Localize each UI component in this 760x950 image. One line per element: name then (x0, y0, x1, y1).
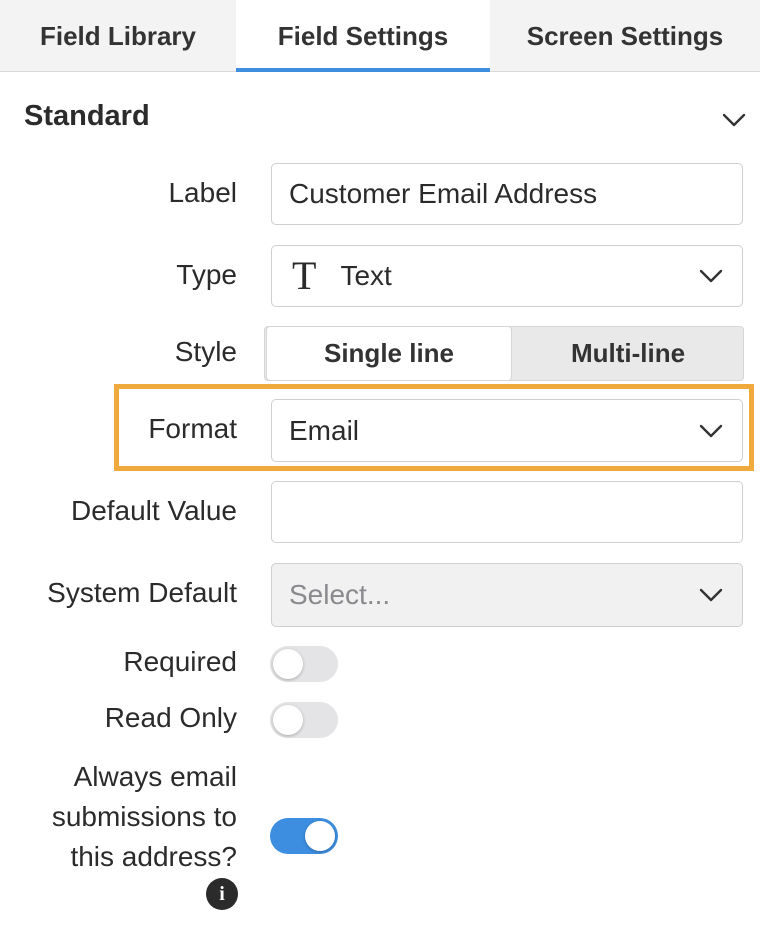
chevron-down-icon (699, 588, 723, 602)
style-segmented-control: Multi-line Single line (264, 326, 744, 381)
type-field-label: Type (176, 259, 237, 290)
type-select-value: Text (340, 260, 392, 291)
chevron-down-icon (699, 269, 723, 283)
label-field-label: Label (168, 177, 237, 208)
tab-field-settings[interactable]: Field Settings (236, 0, 490, 73)
toggle-knob (305, 821, 335, 851)
type-select[interactable]: T Text (271, 245, 743, 307)
style-field-label: Style (174, 336, 237, 367)
read-only-toggle[interactable] (270, 702, 338, 738)
format-select[interactable]: Email (271, 399, 743, 462)
tab-screen-settings[interactable]: Screen Settings (490, 0, 760, 72)
format-field-label: Format (148, 413, 237, 444)
toggle-knob (273, 705, 303, 735)
label-input-value: Customer Email Address (289, 178, 598, 209)
text-type-icon: T (292, 253, 317, 298)
info-icon[interactable]: i (206, 878, 238, 910)
always-email-toggle[interactable] (270, 818, 338, 854)
system-default-select[interactable]: Select... (271, 563, 743, 627)
format-select-value: Email (289, 414, 360, 446)
tab-bar: Field Library Field Settings Screen Sett… (0, 0, 760, 73)
style-single-line-button[interactable]: Single line (266, 326, 512, 381)
section-title: Standard (24, 100, 150, 132)
read-only-field-label: Read Only (104, 702, 237, 733)
toggle-knob (273, 649, 303, 679)
always-email-label-line: this address? (70, 841, 237, 872)
system-default-field-label: System Default (47, 577, 237, 608)
tab-field-library[interactable]: Field Library (0, 0, 236, 72)
required-toggle[interactable] (270, 646, 338, 682)
always-email-label-line: submissions to (51, 801, 237, 832)
chevron-down-icon[interactable] (720, 106, 748, 134)
label-input[interactable]: Customer Email Address (271, 163, 743, 225)
chevron-down-icon (699, 424, 723, 437)
style-multi-line-button[interactable]: Multi-line (513, 327, 743, 380)
default-value-field-label: Default Value (70, 495, 237, 526)
always-email-field-label: Always email submissions to this address… (52, 757, 237, 877)
default-value-input[interactable] (271, 481, 743, 543)
required-field-label: Required (123, 646, 237, 677)
always-email-label-line: Always email (73, 761, 237, 792)
system-default-placeholder: Select... (289, 579, 391, 610)
